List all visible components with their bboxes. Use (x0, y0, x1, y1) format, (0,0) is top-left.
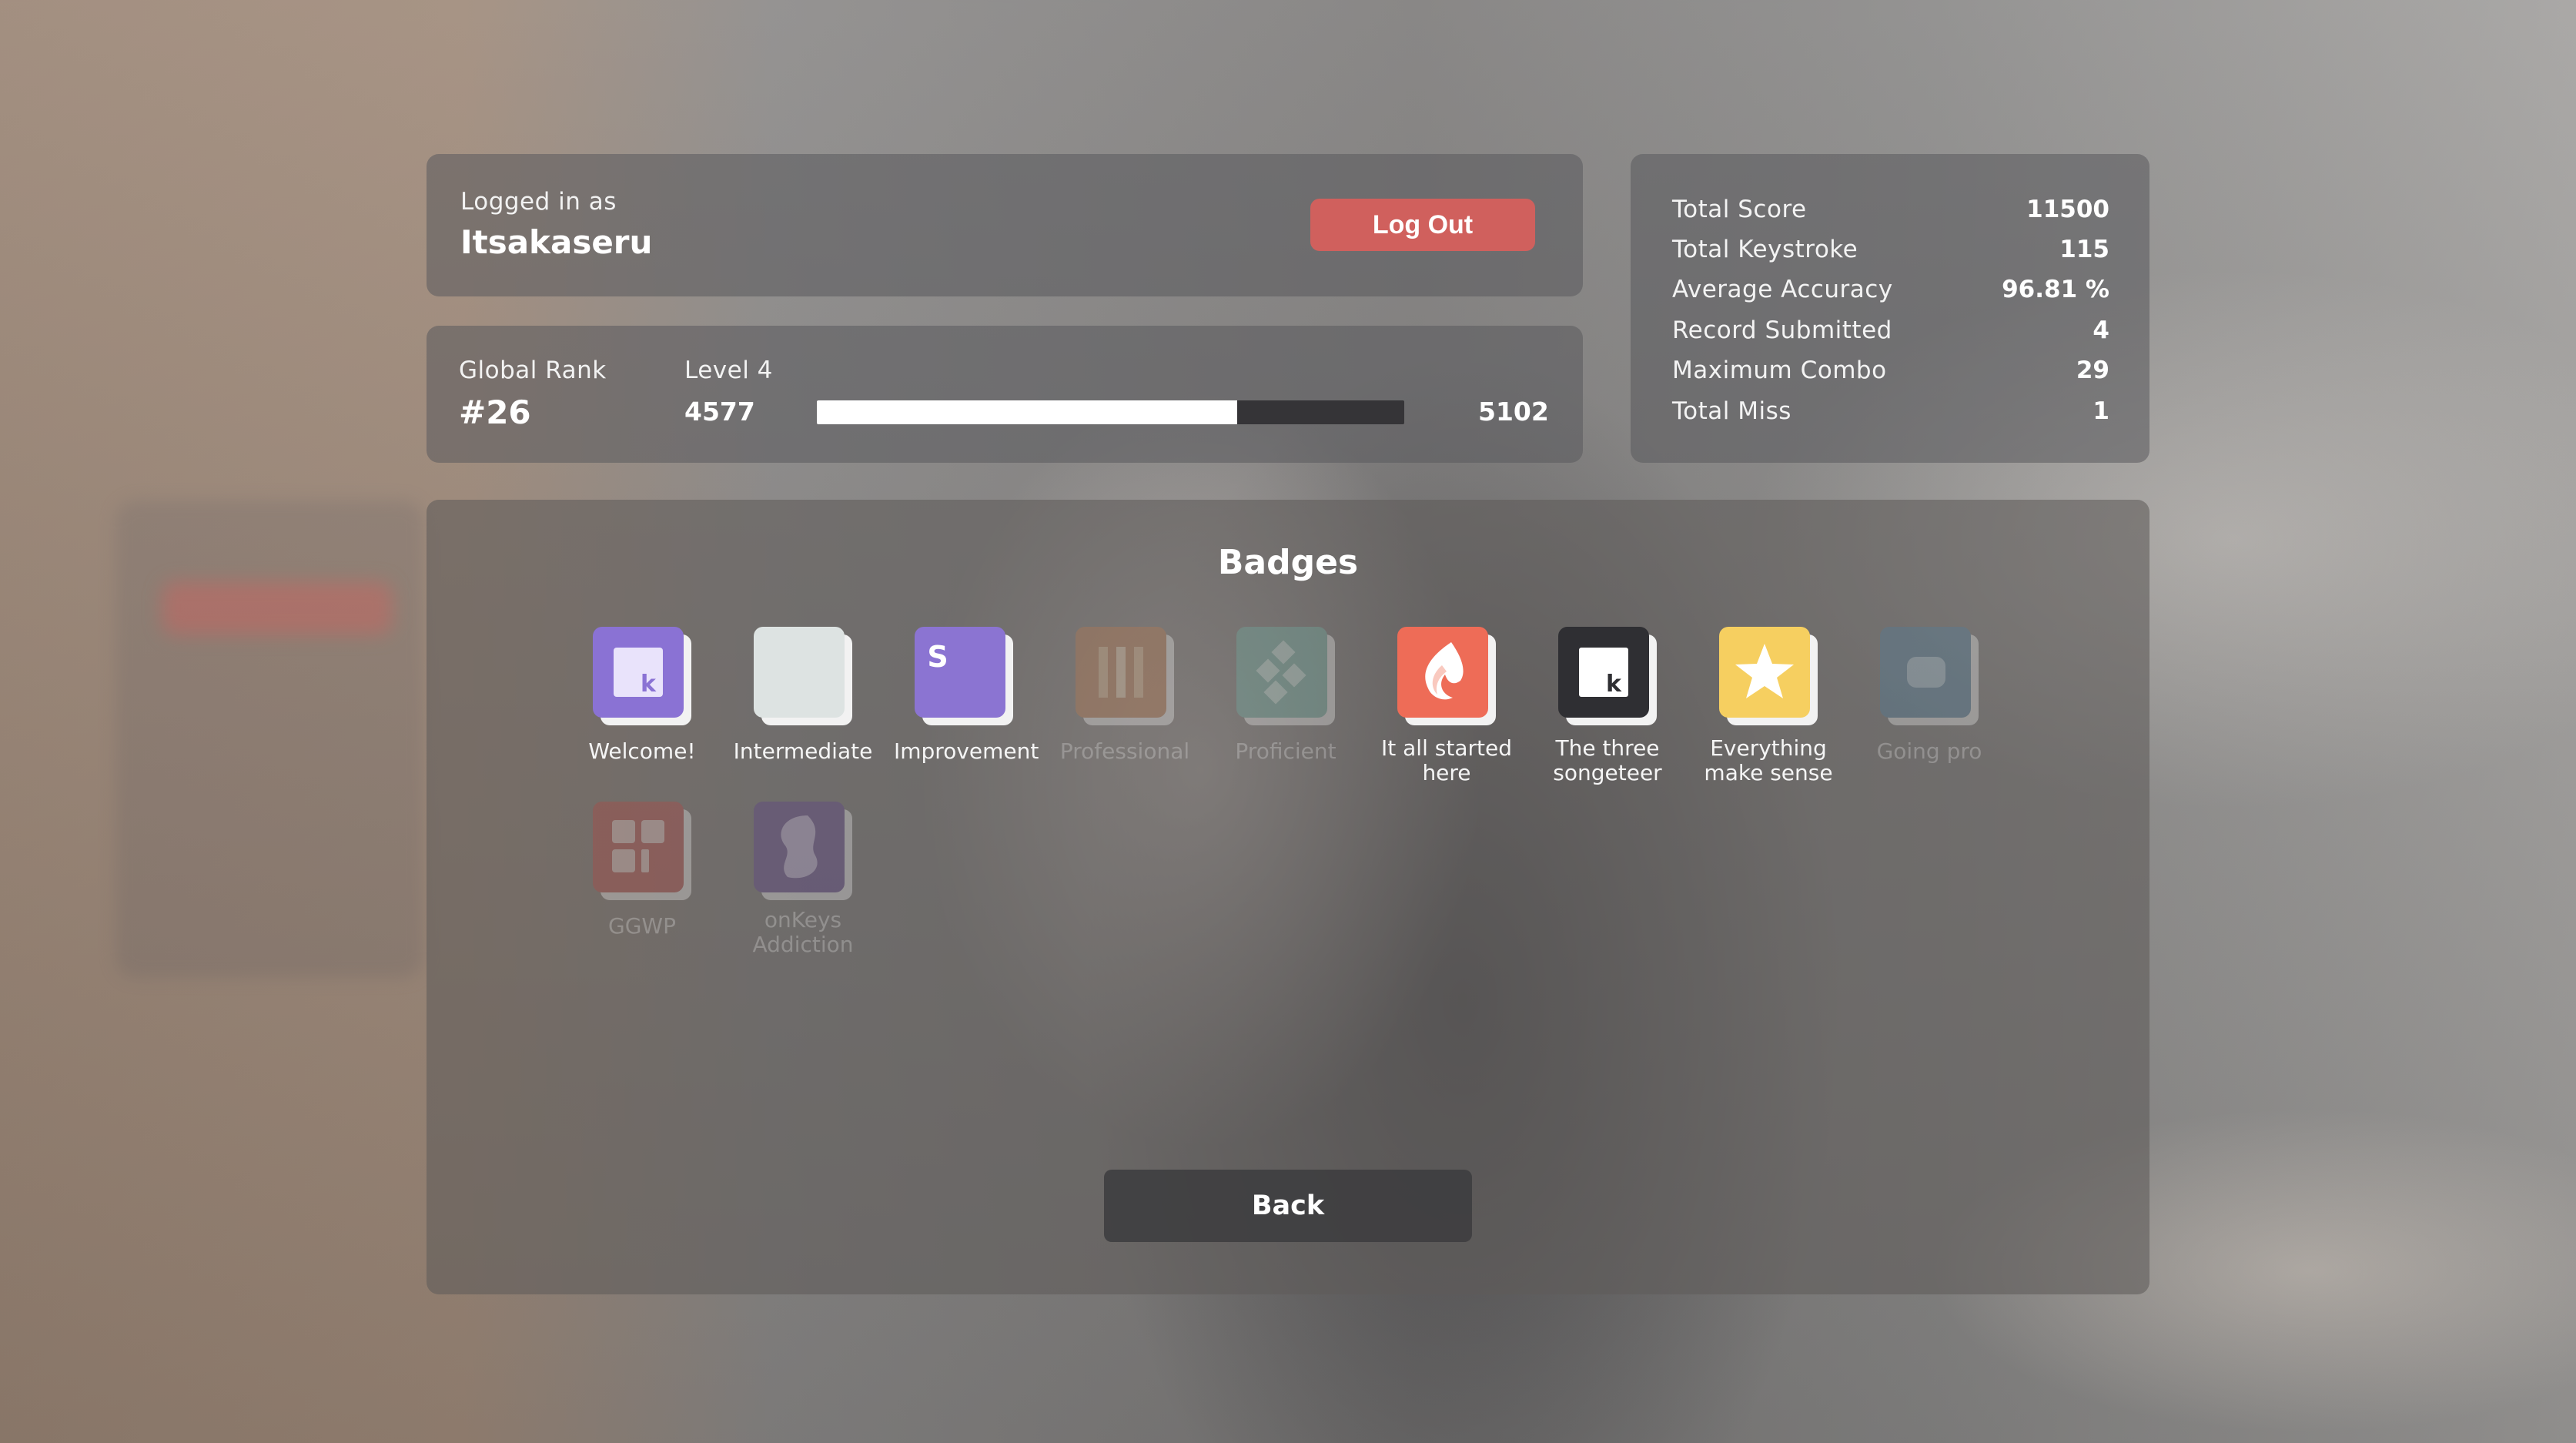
stat-label: Average Accuracy (1672, 276, 1893, 303)
badge-label: Going pro (1876, 738, 1982, 764)
badges-title: Badges (1217, 543, 1359, 582)
level-label: Level 4 (684, 357, 773, 384)
badge-label: Everything make sense (1704, 735, 1833, 785)
badge-ggwp[interactable]: GGWP (561, 802, 723, 939)
badge-label: Intermediate (733, 738, 873, 764)
rounded-square-icon (1880, 627, 1971, 718)
stat-label: Total Keystroke (1672, 236, 1858, 263)
star-icon (1719, 627, 1810, 718)
stat-value: 11500 (2026, 196, 2109, 223)
badge-label: GGWP (608, 913, 676, 939)
badge-label: It all started here (1381, 735, 1512, 785)
level-progress-fill (817, 400, 1237, 424)
badge-label: Improvement (894, 738, 1039, 764)
logged-in-label: Logged in as (460, 188, 617, 216)
stat-label: Total Miss (1672, 397, 1791, 425)
badge-going-pro[interactable]: Going pro (1848, 627, 2010, 764)
background-menu-ghost (115, 501, 423, 978)
svg-text:S: S (927, 640, 948, 674)
badge-label: Professional (1059, 738, 1190, 764)
bars-icon (1076, 627, 1166, 718)
stat-row: Total Miss 1 (1672, 391, 2109, 431)
stat-row: Total Score 11500 (1672, 189, 2109, 229)
stat-row: Average Accuracy 96.81 % (1672, 270, 2109, 310)
stat-label: Total Score (1672, 196, 1807, 223)
badge-label: onKeys Addiction (752, 907, 854, 957)
badge-professional[interactable]: Professional (1044, 627, 1206, 764)
stat-row: Record Submitted 4 (1672, 310, 2109, 350)
username: Itsakaseru (460, 223, 653, 261)
level-current-xp: 4577 (684, 397, 755, 427)
letter-s-icon: S (915, 627, 1005, 718)
background-button-ghost (162, 581, 393, 635)
badge-label: Proficient (1235, 738, 1337, 764)
global-rank-value: #26 (459, 393, 531, 431)
stat-value: 115 (2059, 236, 2109, 263)
diamond-cluster-icon (1236, 627, 1327, 718)
badge-it-all-started-here[interactable]: It all started here (1366, 627, 1527, 785)
badge-welcome[interactable]: k Welcome! (561, 627, 723, 764)
badge-onkeys-addiction[interactable]: onKeys Addiction (722, 802, 884, 957)
stats-panel: Total Score 11500 Total Keystroke 115 Av… (1631, 154, 2149, 463)
blank-icon (754, 627, 845, 718)
stat-row: Total Keystroke 115 (1672, 229, 2109, 270)
stat-label: Maximum Combo (1672, 357, 1887, 384)
badge-improvement[interactable]: S Improvement (883, 627, 1045, 764)
badge-intermediate[interactable]: Intermediate (722, 627, 884, 764)
logout-button[interactable]: Log Out (1310, 199, 1535, 251)
svg-text:k: k (641, 671, 657, 698)
badge-label: The three songeteer (1553, 735, 1662, 785)
user-panel: Logged in as Itsakaseru Log Out (427, 154, 1583, 296)
grid-icon (593, 802, 684, 892)
level-next-xp: 5102 (1478, 397, 1549, 427)
level-progress-bar (817, 400, 1404, 424)
key-k-icon: k (593, 627, 684, 718)
badge-label: Welcome! (588, 738, 696, 764)
stat-label: Record Submitted (1672, 316, 1892, 344)
back-button[interactable]: Back (1104, 1170, 1472, 1242)
rank-panel: Global Rank #26 Level 4 4577 5102 (427, 326, 1583, 463)
badges-panel: Badges k Welcome! Intermediate S Improve… (427, 500, 2149, 1294)
flame-icon (1397, 627, 1488, 718)
stat-value: 29 (2076, 357, 2109, 384)
stat-value: 96.81 % (2002, 276, 2109, 303)
svg-text:k: k (1606, 671, 1622, 698)
stat-value: 4 (2093, 316, 2109, 344)
swirl-icon (754, 802, 845, 892)
stat-row: Maximum Combo 29 (1672, 350, 2109, 390)
badge-everything-make-sense[interactable]: Everything make sense (1688, 627, 1849, 785)
stat-value: 1 (2093, 397, 2109, 425)
badge-proficient[interactable]: Proficient (1205, 627, 1367, 764)
key-k-icon: k (1558, 627, 1649, 718)
global-rank-label: Global Rank (459, 357, 607, 384)
badge-the-three-songeteer[interactable]: k The three songeteer (1527, 627, 1688, 785)
